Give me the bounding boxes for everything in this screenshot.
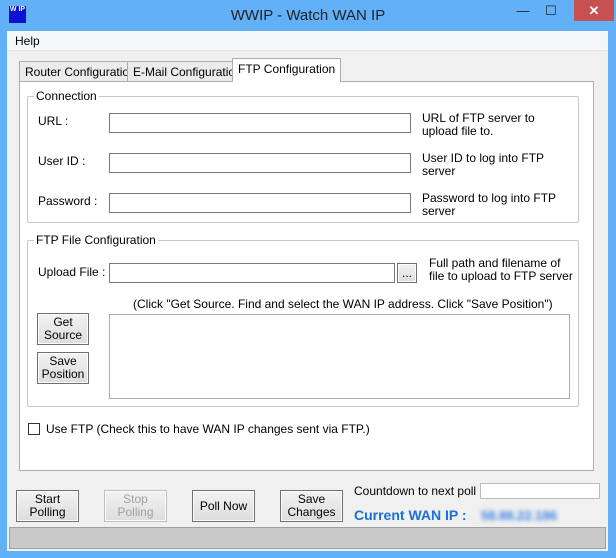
- maximize-button[interactable]: ☐: [538, 0, 564, 21]
- userid-input[interactable]: [109, 153, 411, 173]
- save-position-button[interactable]: Save Position: [37, 352, 89, 384]
- start-polling-button[interactable]: Start Polling: [16, 490, 79, 522]
- title-bar[interactable]: W IP WWIP - Watch WAN IP — ☐ ✕: [0, 0, 616, 31]
- menu-bar: Help: [7, 31, 608, 51]
- countdown-field: [480, 483, 600, 499]
- save-changes-button[interactable]: Save Changes: [280, 490, 343, 522]
- upload-file-input[interactable]: [109, 263, 395, 283]
- url-input[interactable]: [109, 113, 411, 133]
- poll-now-button[interactable]: Poll Now: [192, 490, 255, 522]
- menu-help[interactable]: Help: [15, 34, 40, 48]
- minimize-button[interactable]: —: [510, 0, 536, 21]
- ftp-file-legend: FTP File Configuration: [36, 233, 156, 247]
- tab-ftp-configuration[interactable]: FTP Configuration: [232, 58, 342, 82]
- close-button[interactable]: ✕: [574, 0, 614, 21]
- get-source-button[interactable]: Get Source: [37, 313, 89, 345]
- use-ftp-label: Use FTP (Check this to have WAN IP chang…: [46, 422, 370, 436]
- instructions-text: (Click "Get Source. Find and select the …: [133, 297, 553, 311]
- tab-router-configuration[interactable]: Router Configuration: [19, 61, 142, 81]
- status-bar: [9, 527, 606, 549]
- stop-polling-button: Stop Polling: [104, 490, 167, 522]
- tab-email-configuration[interactable]: E-Mail Configuration: [127, 61, 248, 81]
- password-help: Password to log into FTP server: [422, 191, 556, 218]
- userid-label: User ID :: [38, 154, 86, 168]
- connection-legend: Connection: [36, 89, 97, 103]
- current-wan-ip-label: Current WAN IP :: [354, 507, 467, 523]
- source-textarea[interactable]: [109, 314, 570, 399]
- upload-file-label: Upload File :: [38, 265, 106, 279]
- browse-button[interactable]: ...: [397, 263, 417, 283]
- upload-file-help: Full path and filename of file to upload…: [429, 256, 573, 283]
- countdown-label: Countdown to next poll :: [354, 484, 483, 498]
- password-label: Password :: [38, 194, 98, 208]
- use-ftp-checkbox[interactable]: [28, 423, 40, 435]
- client-area: Help Router Configuration E-Mail Configu…: [7, 31, 608, 551]
- password-input[interactable]: [109, 193, 411, 213]
- url-help: URL of FTP server to upload file to.: [422, 111, 535, 138]
- url-label: URL :: [38, 114, 69, 128]
- userid-help: User ID to log into FTP server: [422, 151, 544, 178]
- current-wan-ip-value: 58.88.22.186: [481, 508, 557, 523]
